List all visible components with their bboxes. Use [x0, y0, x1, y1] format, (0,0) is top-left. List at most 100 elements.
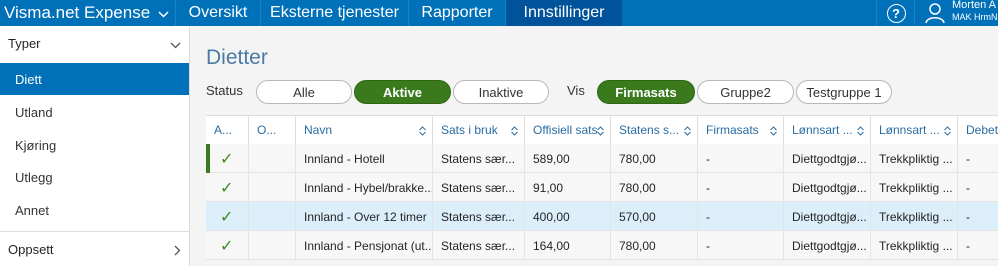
status-filter-aktive[interactable]: Aktive [354, 80, 451, 104]
sort-icon [684, 125, 691, 139]
nav-tab-innstillinger[interactable]: Innstillinger [505, 0, 622, 26]
cell-lonnsart-2: Trekkpliktig ... [870, 173, 957, 202]
sort-icon [944, 125, 951, 139]
check-icon: ✓ [220, 237, 234, 255]
sidebar-item-label: Diett [15, 71, 42, 87]
status-filter-alle[interactable]: Alle [256, 80, 352, 104]
column-header-lonnsart-1[interactable]: Lønnsart ... [783, 116, 870, 144]
pill-label: Aktive [382, 84, 423, 100]
cell-statens-sats: 780,00 [610, 173, 697, 202]
column-header-label: O... [257, 123, 277, 137]
column-header-aktiv[interactable]: A... [206, 116, 248, 144]
cell-navn: Innland - Hybel/brakke... [295, 173, 432, 202]
table-row[interactable]: ✓ Innland - Hotell Statens sær... 589,00… [206, 144, 998, 173]
cell-lonnsart-1: Diettgodtgjø... [783, 231, 870, 260]
vis-filter-label: Vis [567, 83, 585, 98]
column-header-sats-i-bruk[interactable]: Sats i bruk [432, 116, 524, 144]
help-button[interactable]: ? [876, 0, 915, 26]
column-header-label: Navn [304, 123, 333, 137]
status-filter-label: Status [206, 83, 243, 98]
column-header-label: Lønnsart ... [879, 123, 940, 137]
column-header-o[interactable]: O... [248, 116, 295, 144]
table-header-row: A... O... Navn Sats i bruk Offisiell sat… [206, 115, 998, 145]
table-row[interactable]: ✓ Innland - Pensjonat (ut... Statens sær… [206, 231, 998, 260]
nav-tab-eksterne-tjenester[interactable]: Eksterne tjenester [260, 0, 408, 26]
user-name: Morten A [952, 0, 997, 11]
cell-firmasats: - [697, 231, 783, 260]
column-header-label: Lønnsart ... [792, 123, 853, 137]
cell-firmasats: - [697, 173, 783, 202]
column-header-navn[interactable]: Navn [295, 116, 432, 144]
vis-filter-firmasats[interactable]: Firmasats [597, 80, 695, 104]
nav-tab-label: Eksterne tjenester [270, 4, 399, 21]
cell-lonnsart-2: Trekkpliktig ... [870, 231, 957, 260]
page-title: Dietter [206, 46, 268, 69]
sidebar-section-oppsett[interactable]: Oppsett [0, 231, 189, 266]
cell-firmasats: - [697, 144, 783, 173]
nav-tab-label: Rapporter [421, 4, 493, 21]
pill-label: Inaktive [478, 84, 524, 100]
app-title: Visma.net Expense [4, 3, 151, 22]
sidebar-item-annet[interactable]: Annet [0, 194, 189, 226]
cell-offisiell-sats: 91,00 [524, 173, 610, 202]
vis-filter-gruppe2[interactable]: Gruppe2 [697, 80, 794, 104]
pill-label: Alle [293, 84, 315, 100]
check-icon: ✓ [220, 179, 234, 197]
sidebar-item-kjoring[interactable]: Kjøring [0, 129, 189, 161]
sidebar-section-label: Typer [8, 35, 41, 51]
column-header-debet[interactable]: Debet [957, 116, 998, 144]
cell-sats-i-bruk: Statens sær... [432, 231, 524, 260]
column-header-label: Debet [966, 123, 998, 137]
sidebar-item-label: Kjøring [15, 137, 57, 153]
sidebar-section-typer[interactable]: Typer [0, 26, 189, 60]
sort-icon [511, 125, 518, 139]
column-header-label: A... [214, 123, 233, 137]
cell-navn: Innland - Pensjonat (ut... [295, 231, 432, 260]
sort-icon [857, 125, 864, 139]
chevron-down-icon [170, 37, 181, 52]
check-icon: ✓ [220, 208, 234, 226]
user-menu[interactable]: Morten A MAK HrmN [914, 0, 998, 26]
chevron-down-icon [158, 7, 169, 21]
cell-debet: - [957, 202, 998, 231]
sidebar-item-utlegg[interactable]: Utlegg [0, 161, 189, 193]
cell-offisiell-sats: 589,00 [524, 144, 610, 173]
column-header-label: Statens s... [619, 123, 680, 137]
cell-debet: - [957, 173, 998, 202]
check-icon: ✓ [220, 150, 234, 168]
cell-statens-sats: 780,00 [610, 231, 697, 260]
cell-lonnsart-2: Trekkpliktig ... [870, 202, 957, 231]
column-header-firmasats[interactable]: Firmasats [697, 116, 783, 144]
user-company: MAK HrmN [952, 12, 998, 22]
pill-label: Testgruppe 1 [806, 84, 882, 100]
cell-lonnsart-1: Diettgodtgjø... [783, 173, 870, 202]
nav-tab-oversikt[interactable]: Oversikt [175, 0, 260, 26]
cell-offisiell-sats: 164,00 [524, 231, 610, 260]
pill-label: Firmasats [615, 84, 677, 100]
column-header-label: Firmasats [706, 123, 759, 137]
app-switcher[interactable]: Visma.net Expense [0, 0, 175, 26]
column-header-statens-sats[interactable]: Statens s... [610, 116, 697, 144]
table-row[interactable]: ✓ Innland - Hybel/brakke... Statens sær.… [206, 173, 998, 202]
cell-o [248, 144, 295, 173]
vis-filter-testgruppe-1[interactable]: Testgruppe 1 [796, 80, 892, 104]
sidebar-item-diett[interactable]: Diett [0, 63, 189, 95]
column-header-lonnsart-2[interactable]: Lønnsart ... [870, 116, 957, 144]
sidebar: Typer Diett Utland Kjøring Utlegg Annet … [0, 26, 190, 266]
nav-tab-label: Innstillinger [523, 4, 605, 21]
cell-debet: - [957, 231, 998, 260]
column-header-offisiell-sats[interactable]: Offisiell sats [524, 116, 610, 144]
nav-tab-rapporter[interactable]: Rapporter [408, 0, 505, 26]
chevron-right-icon [174, 244, 181, 259]
sidebar-item-utland[interactable]: Utland [0, 96, 189, 128]
table-row[interactable]: ✓ Innland - Over 12 timer Statens sær...… [206, 202, 998, 231]
cell-navn: Innland - Hotell [295, 144, 432, 173]
status-filter-inaktive[interactable]: Inaktive [453, 80, 549, 104]
column-header-label: Offisiell sats [533, 123, 598, 137]
cell-firmasats: - [697, 202, 783, 231]
cell-navn: Innland - Over 12 timer [295, 202, 432, 231]
nav-tab-label: Oversikt [188, 4, 248, 21]
cell-statens-sats: 780,00 [610, 144, 697, 173]
pill-label: Gruppe2 [720, 84, 771, 100]
top-navigation-bar: Visma.net Expense Oversikt Eksterne tjen… [0, 0, 998, 26]
